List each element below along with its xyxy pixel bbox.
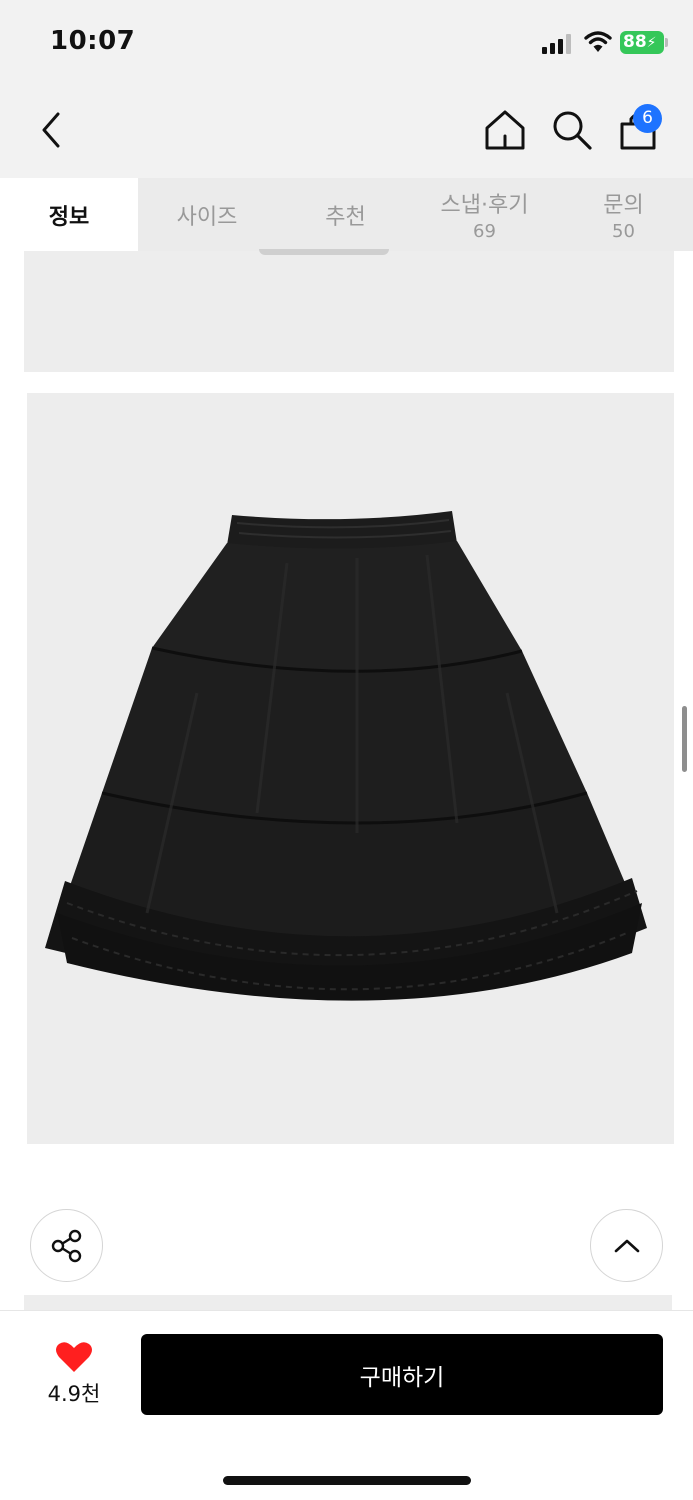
battery-level: 88⚡ — [620, 31, 664, 54]
tab-size[interactable]: 사이즈 — [138, 178, 276, 251]
share-icon — [51, 1229, 81, 1262]
tab-bar: 정보 사이즈 추천 스냅·후기 69 문의 50 — [0, 178, 693, 251]
image-edge — [259, 249, 389, 255]
home-icon[interactable] — [483, 108, 527, 152]
search-icon[interactable] — [550, 108, 594, 152]
product-image-skirt — [27, 393, 674, 1144]
tab-recommend[interactable]: 추천 — [276, 178, 415, 251]
tab-label: 정보 — [48, 204, 90, 230]
scrollbar[interactable] — [682, 706, 687, 772]
product-image-previous — [24, 249, 674, 372]
share-button[interactable] — [30, 1209, 103, 1282]
tab-label: 사이즈 — [176, 204, 238, 230]
skirt-photo — [45, 511, 647, 1001]
tab-info[interactable]: 정보 — [0, 178, 138, 251]
tab-count: 50 — [612, 221, 635, 242]
top-area: 10:07 88⚡ 6 — [0, 0, 693, 178]
scroll-to-top-button[interactable] — [590, 1209, 663, 1282]
heart-icon — [56, 1342, 92, 1372]
status-time: 10:07 — [50, 26, 136, 56]
cart-count-badge: 6 — [633, 104, 662, 133]
like-button[interactable]: 4.9천 — [38, 1340, 110, 1410]
cellular-signal-icon — [542, 34, 574, 54]
buy-button[interactable]: 구매하기 — [141, 1334, 663, 1415]
chevron-left-icon[interactable] — [34, 108, 70, 152]
tab-inquiry[interactable]: 문의 50 — [554, 178, 693, 251]
battery-tip — [665, 38, 668, 47]
like-count: 4.9천 — [47, 1382, 101, 1406]
tab-label: 문의 — [603, 193, 644, 218]
home-indicator — [223, 1476, 471, 1485]
chevron-up-icon — [614, 1239, 639, 1252]
tab-snap-review[interactable]: 스냅·후기 69 — [415, 178, 554, 251]
tab-label: 스냅·후기 — [440, 193, 529, 218]
wifi-icon — [584, 31, 612, 52]
tab-label: 추천 — [325, 204, 366, 230]
tab-count: 69 — [473, 221, 496, 242]
